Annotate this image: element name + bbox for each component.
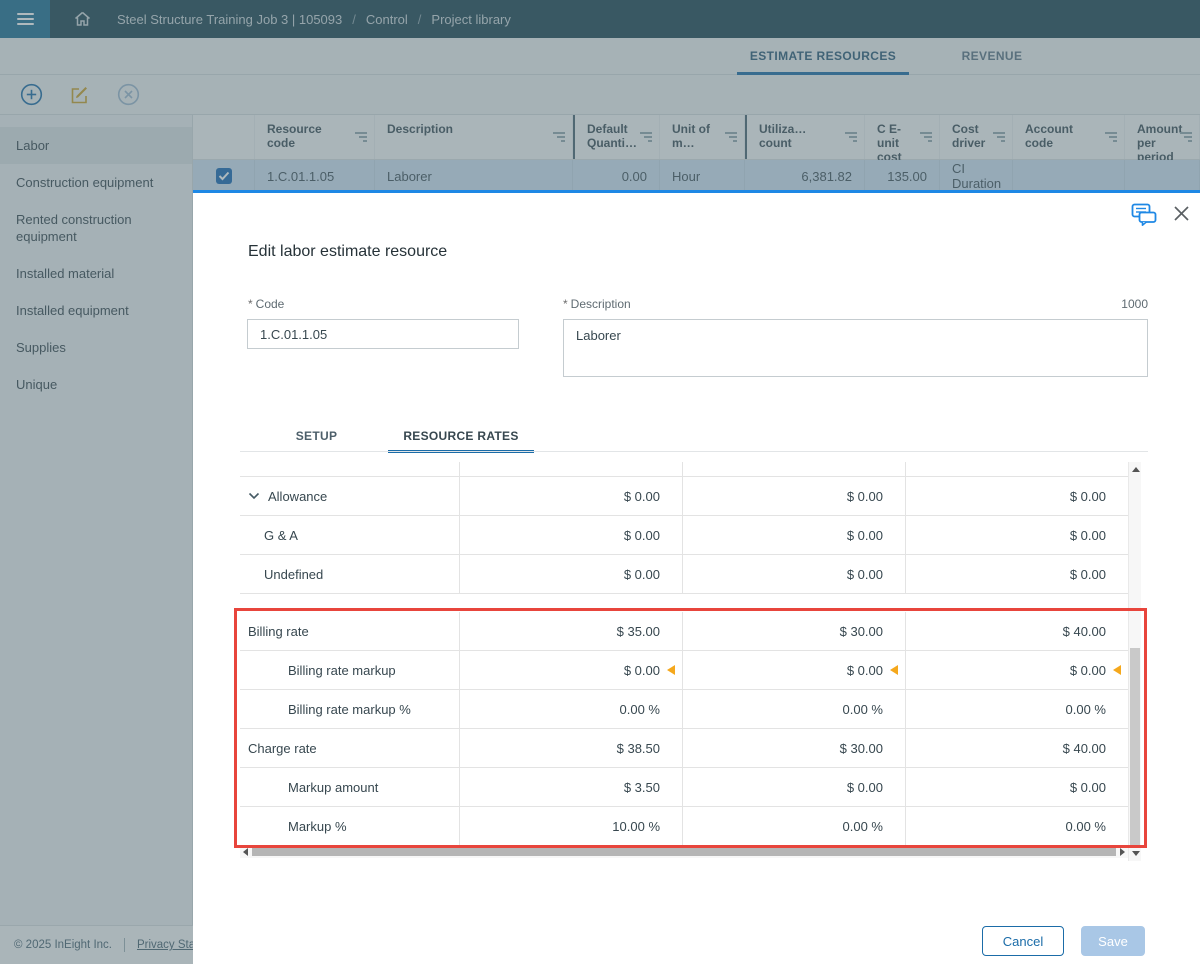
tab-resource-rates[interactable]: RESOURCE RATES [388,421,534,451]
rate-cell[interactable]: $ 0.00 [906,516,1128,554]
section-gap [240,594,1128,612]
rate-cell[interactable]: $ 0.00 [683,651,906,689]
flag-icon [1113,665,1121,675]
description-field-label: *Description [563,297,631,311]
app-window: Steel Structure Training Job 3 | 105093 … [0,0,1200,964]
rate-cell[interactable]: 0.00 % [906,807,1128,845]
close-button[interactable] [1173,205,1190,227]
vertical-scrollbar[interactable] [1128,462,1141,861]
rate-cell[interactable]: $ 0.00 [906,555,1128,593]
rates-row-billing-rate-markup: Billing rate markup $ 0.00 $ 0.00 $ 0.00 [240,651,1128,690]
scroll-down-icon[interactable] [1132,851,1140,856]
flag-icon [890,665,898,675]
comments-button[interactable] [1131,203,1158,232]
partial-row [240,462,1128,477]
rate-cell[interactable]: $ 0.00 [460,651,683,689]
rate-cell[interactable]: $ 30.00 [683,612,906,650]
rates-row-allowance: Allowance $ 0.00 $ 0.00 $ 0.00 [240,477,1128,516]
cancel-button[interactable]: Cancel [982,926,1064,956]
dialog-title: Edit labor estimate resource [248,243,447,261]
rate-cell[interactable]: $ 35.00 [460,612,683,650]
required-marker: * [248,297,253,311]
tab-divider-line [240,451,1148,452]
description-input[interactable]: Laborer [563,319,1148,377]
vertical-scrollbar-thumb[interactable] [1130,648,1140,845]
rate-cell[interactable]: 10.00 % [460,807,683,845]
rates-row-billing-rate-markup-pct: Billing rate markup % 0.00 % 0.00 % 0.00… [240,690,1128,729]
rate-cell[interactable]: $ 0.00 [906,651,1128,689]
rate-cell[interactable]: 0.00 % [906,690,1128,728]
tab-setup[interactable]: SETUP [283,421,350,451]
rates-row-undefined: Undefined $ 0.00 $ 0.00 $ 0.00 [240,555,1128,594]
rates-row-charge-rate: Charge rate $ 38.50 $ 30.00 $ 40.00 [240,729,1128,768]
save-button[interactable]: Save [1081,926,1145,956]
scroll-left-icon[interactable] [243,848,248,856]
rate-cell[interactable]: $ 0.00 [683,516,906,554]
rates-row-billing-rate: Billing rate $ 35.00 $ 30.00 $ 40.00 [240,612,1128,651]
horizontal-scrollbar[interactable] [240,845,1128,858]
resource-rates-table: Allowance $ 0.00 $ 0.00 $ 0.00 G & A $ 0… [240,462,1128,846]
rate-cell[interactable]: $ 38.50 [460,729,683,767]
rate-cell[interactable]: $ 0.00 [683,555,906,593]
rate-cell[interactable]: $ 30.00 [683,729,906,767]
edit-labor-estimate-resource-dialog: Edit labor estimate resource *Code *Desc… [193,190,1200,964]
rates-row-markup-amount: Markup amount $ 3.50 $ 0.00 $ 0.00 [240,768,1128,807]
rates-row-g-and-a: G & A $ 0.00 $ 0.00 $ 0.00 [240,516,1128,555]
scroll-up-icon[interactable] [1132,467,1140,472]
description-char-limit: 1000 [1093,297,1148,311]
required-marker: * [563,297,568,311]
close-icon [1173,205,1190,222]
rates-row-markup-pct: Markup % 10.00 % 0.00 % 0.00 % [240,807,1128,846]
rate-cell[interactable]: 0.00 % [683,690,906,728]
rate-cell[interactable]: 0.00 % [460,690,683,728]
rate-cell[interactable]: $ 40.00 [906,729,1128,767]
rate-cell[interactable]: $ 0.00 [906,477,1128,515]
scroll-right-icon[interactable] [1120,848,1125,856]
rate-cell[interactable]: $ 3.50 [460,768,683,806]
code-input[interactable] [247,319,519,349]
rate-cell[interactable]: $ 0.00 [460,477,683,515]
code-field-label: *Code [248,297,284,311]
horizontal-scrollbar-thumb[interactable] [252,847,1116,856]
rate-cell[interactable]: $ 0.00 [683,477,906,515]
rate-cell[interactable]: $ 0.00 [460,516,683,554]
rate-cell[interactable]: $ 0.00 [460,555,683,593]
chevron-down-icon[interactable] [248,492,260,500]
rate-cell[interactable]: $ 0.00 [683,768,906,806]
rate-cell[interactable]: $ 40.00 [906,612,1128,650]
flag-icon [667,665,675,675]
rate-cell[interactable]: $ 0.00 [906,768,1128,806]
comment-icon [1131,203,1158,227]
rate-cell[interactable]: 0.00 % [683,807,906,845]
